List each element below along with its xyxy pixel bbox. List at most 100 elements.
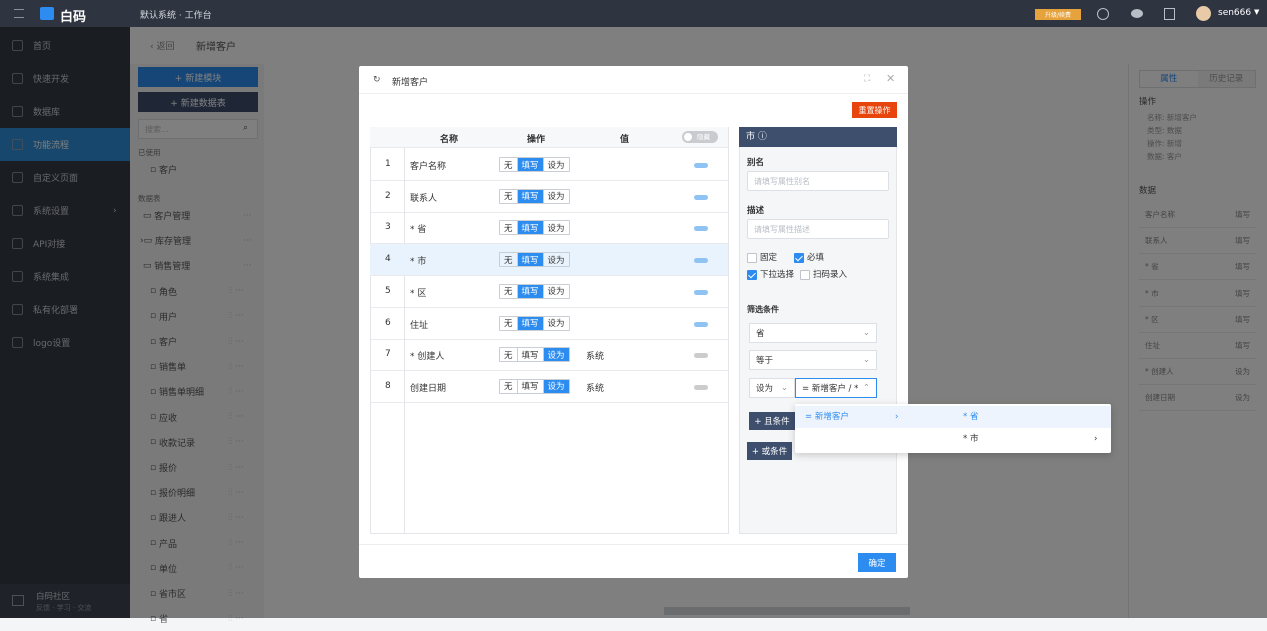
required-checkbox[interactable]: 必填 <box>794 251 824 263</box>
table-row[interactable]: 2 联系人 无填写 设为 <box>370 181 728 213</box>
op-option[interactable]: 填写 <box>517 316 544 330</box>
op-segment[interactable]: 无填写 设为 <box>499 347 570 363</box>
op-option[interactable]: 填写 <box>518 348 544 362</box>
visibility-toggle[interactable] <box>694 163 708 168</box>
table-header: 名称 操作 值 隐藏 <box>370 127 728 148</box>
table-row[interactable]: 4 * 市 无填写 设为 <box>370 244 728 277</box>
confirm-button[interactable]: 确定 <box>858 553 896 572</box>
row-index: 4 <box>385 254 391 265</box>
logo-text: 白码 <box>60 10 87 25</box>
alias-input[interactable]: 请填写属性别名 <box>747 171 889 191</box>
op-segment[interactable]: 无填写 设为 <box>499 378 570 394</box>
row-index: 6 <box>385 317 391 328</box>
visibility-toggle[interactable] <box>694 321 708 327</box>
notice-icon[interactable] <box>1164 8 1175 20</box>
field-name: * 区 <box>410 288 427 299</box>
op-option[interactable]: 设为 <box>544 253 569 266</box>
chevron-down-icon[interactable]: ▼ <box>1254 8 1259 16</box>
op-segment[interactable]: 无填写 设为 <box>499 157 570 172</box>
visibility-toggle[interactable] <box>694 258 708 264</box>
divider <box>359 93 908 94</box>
help-icon[interactable]: ⓘ <box>758 132 767 142</box>
cascader-option-city[interactable]: * 市 › <box>908 428 1111 450</box>
and-condition-button[interactable]: + 且条件 <box>749 412 795 430</box>
op-option[interactable]: 填写 <box>517 189 544 203</box>
field-value: 系统 <box>586 352 605 363</box>
table-row[interactable]: 7 * 创建人 无填写 设为 系统 <box>370 339 728 372</box>
table-row[interactable]: 5 * 区 无填写 设为 <box>370 276 728 308</box>
visibility-toggle[interactable] <box>694 289 708 295</box>
panel-header: 市 ⓘ <box>739 127 897 147</box>
op-option[interactable]: 无 <box>500 284 518 298</box>
op-option[interactable]: 设为 <box>544 221 569 234</box>
op-option[interactable]: 填写 <box>517 284 544 298</box>
op-option[interactable]: 填写 <box>517 221 544 235</box>
logo-icon <box>40 7 54 20</box>
avatar[interactable] <box>1196 6 1211 21</box>
field-value: 系统 <box>586 383 605 394</box>
op-segment[interactable]: 无填写 设为 <box>499 315 570 331</box>
scan-checkbox[interactable]: 扫码录入 <box>800 268 847 280</box>
table-row[interactable]: 6 住址 无填写 设为 <box>370 308 728 340</box>
visibility-toggle[interactable] <box>694 384 708 390</box>
fullscreen-icon[interactable]: ⛶ <box>864 74 870 84</box>
op-segment[interactable]: 无填写 设为 <box>499 252 570 268</box>
checkbox <box>800 269 810 280</box>
play-icon[interactable] <box>1097 8 1109 20</box>
op-option[interactable]: 设为 <box>544 317 569 330</box>
eye-icon[interactable] <box>1131 9 1143 18</box>
refresh-icon[interactable]: ↻ <box>373 75 381 85</box>
dropdown-checkbox[interactable]: 下拉选择 <box>747 268 794 280</box>
close-icon[interactable]: ✕ <box>886 72 895 85</box>
op-option[interactable]: 填写 <box>518 379 544 393</box>
op-option[interactable]: 无 <box>500 253 518 267</box>
menu-icon[interactable] <box>14 9 24 18</box>
upgrade-button[interactable]: 升级/续费 <box>1035 9 1081 20</box>
fixed-checkbox[interactable]: 固定 <box>747 251 777 263</box>
field-name: 联系人 <box>410 193 438 204</box>
filter-op-select[interactable]: 等于 ⌄ <box>749 350 877 370</box>
table-row[interactable]: 1 客户名称 无填写 设为 <box>370 149 728 181</box>
op-segment[interactable]: 无填写 设为 <box>499 220 570 236</box>
cascader-option-table[interactable]: = 新增客户 › <box>795 406 908 428</box>
op-option[interactable]: 设为 <box>544 158 569 171</box>
username[interactable]: sen666 <box>1218 8 1251 18</box>
op-option[interactable]: 填写 <box>517 158 544 171</box>
checkbox <box>747 252 757 263</box>
row-index: 1 <box>385 159 391 169</box>
visibility-toggle[interactable] <box>694 194 708 200</box>
reset-button[interactable]: 重置操作 <box>852 102 897 118</box>
op-segment[interactable]: 无填写 设为 <box>499 283 570 299</box>
desc-label: 描述 <box>747 206 765 216</box>
op-option[interactable]: 无 <box>500 348 518 362</box>
or-condition-button[interactable]: + 或条件 <box>747 442 792 460</box>
visibility-toggle[interactable] <box>694 353 708 359</box>
op-option[interactable]: 设为 <box>543 348 569 362</box>
op-option[interactable]: 设为 <box>543 379 569 393</box>
desc-input[interactable]: 请填写属性描述 <box>747 219 889 239</box>
row-index: 8 <box>385 380 391 391</box>
footer-divider <box>359 544 908 545</box>
field-name: 住址 <box>410 320 429 331</box>
filter-field-select[interactable]: 省 ⌄ <box>749 323 877 343</box>
op-option[interactable]: 无 <box>500 189 518 203</box>
op-option[interactable]: 设为 <box>544 190 569 203</box>
op-option[interactable]: 设为 <box>544 285 569 298</box>
row-index: 3 <box>385 222 391 233</box>
visibility-toggle[interactable] <box>694 226 708 232</box>
filter-mode-select[interactable]: 设为 ⌄ <box>749 378 795 398</box>
filter-value-select[interactable]: = 新增客户 / * ⌃ <box>795 378 877 398</box>
field-name: * 省 <box>410 225 427 236</box>
op-option[interactable]: 填写 <box>517 253 544 267</box>
checkbox-checked <box>794 252 804 263</box>
op-segment[interactable]: 无填写 设为 <box>499 188 570 204</box>
table-row[interactable]: 8 创建日期 无填写 设为 系统 <box>370 371 728 403</box>
hide-toggle[interactable]: 隐藏 <box>682 131 718 143</box>
op-option[interactable]: 无 <box>500 221 518 235</box>
filter-label: 筛选条件 <box>747 305 779 314</box>
op-option[interactable]: 无 <box>500 379 518 393</box>
table-row[interactable]: 3 * 省 无填写 设为 <box>370 212 728 245</box>
cascader-option-province[interactable]: * 省 <box>908 406 1111 428</box>
op-option[interactable]: 无 <box>500 158 518 171</box>
op-option[interactable]: 无 <box>500 316 518 330</box>
